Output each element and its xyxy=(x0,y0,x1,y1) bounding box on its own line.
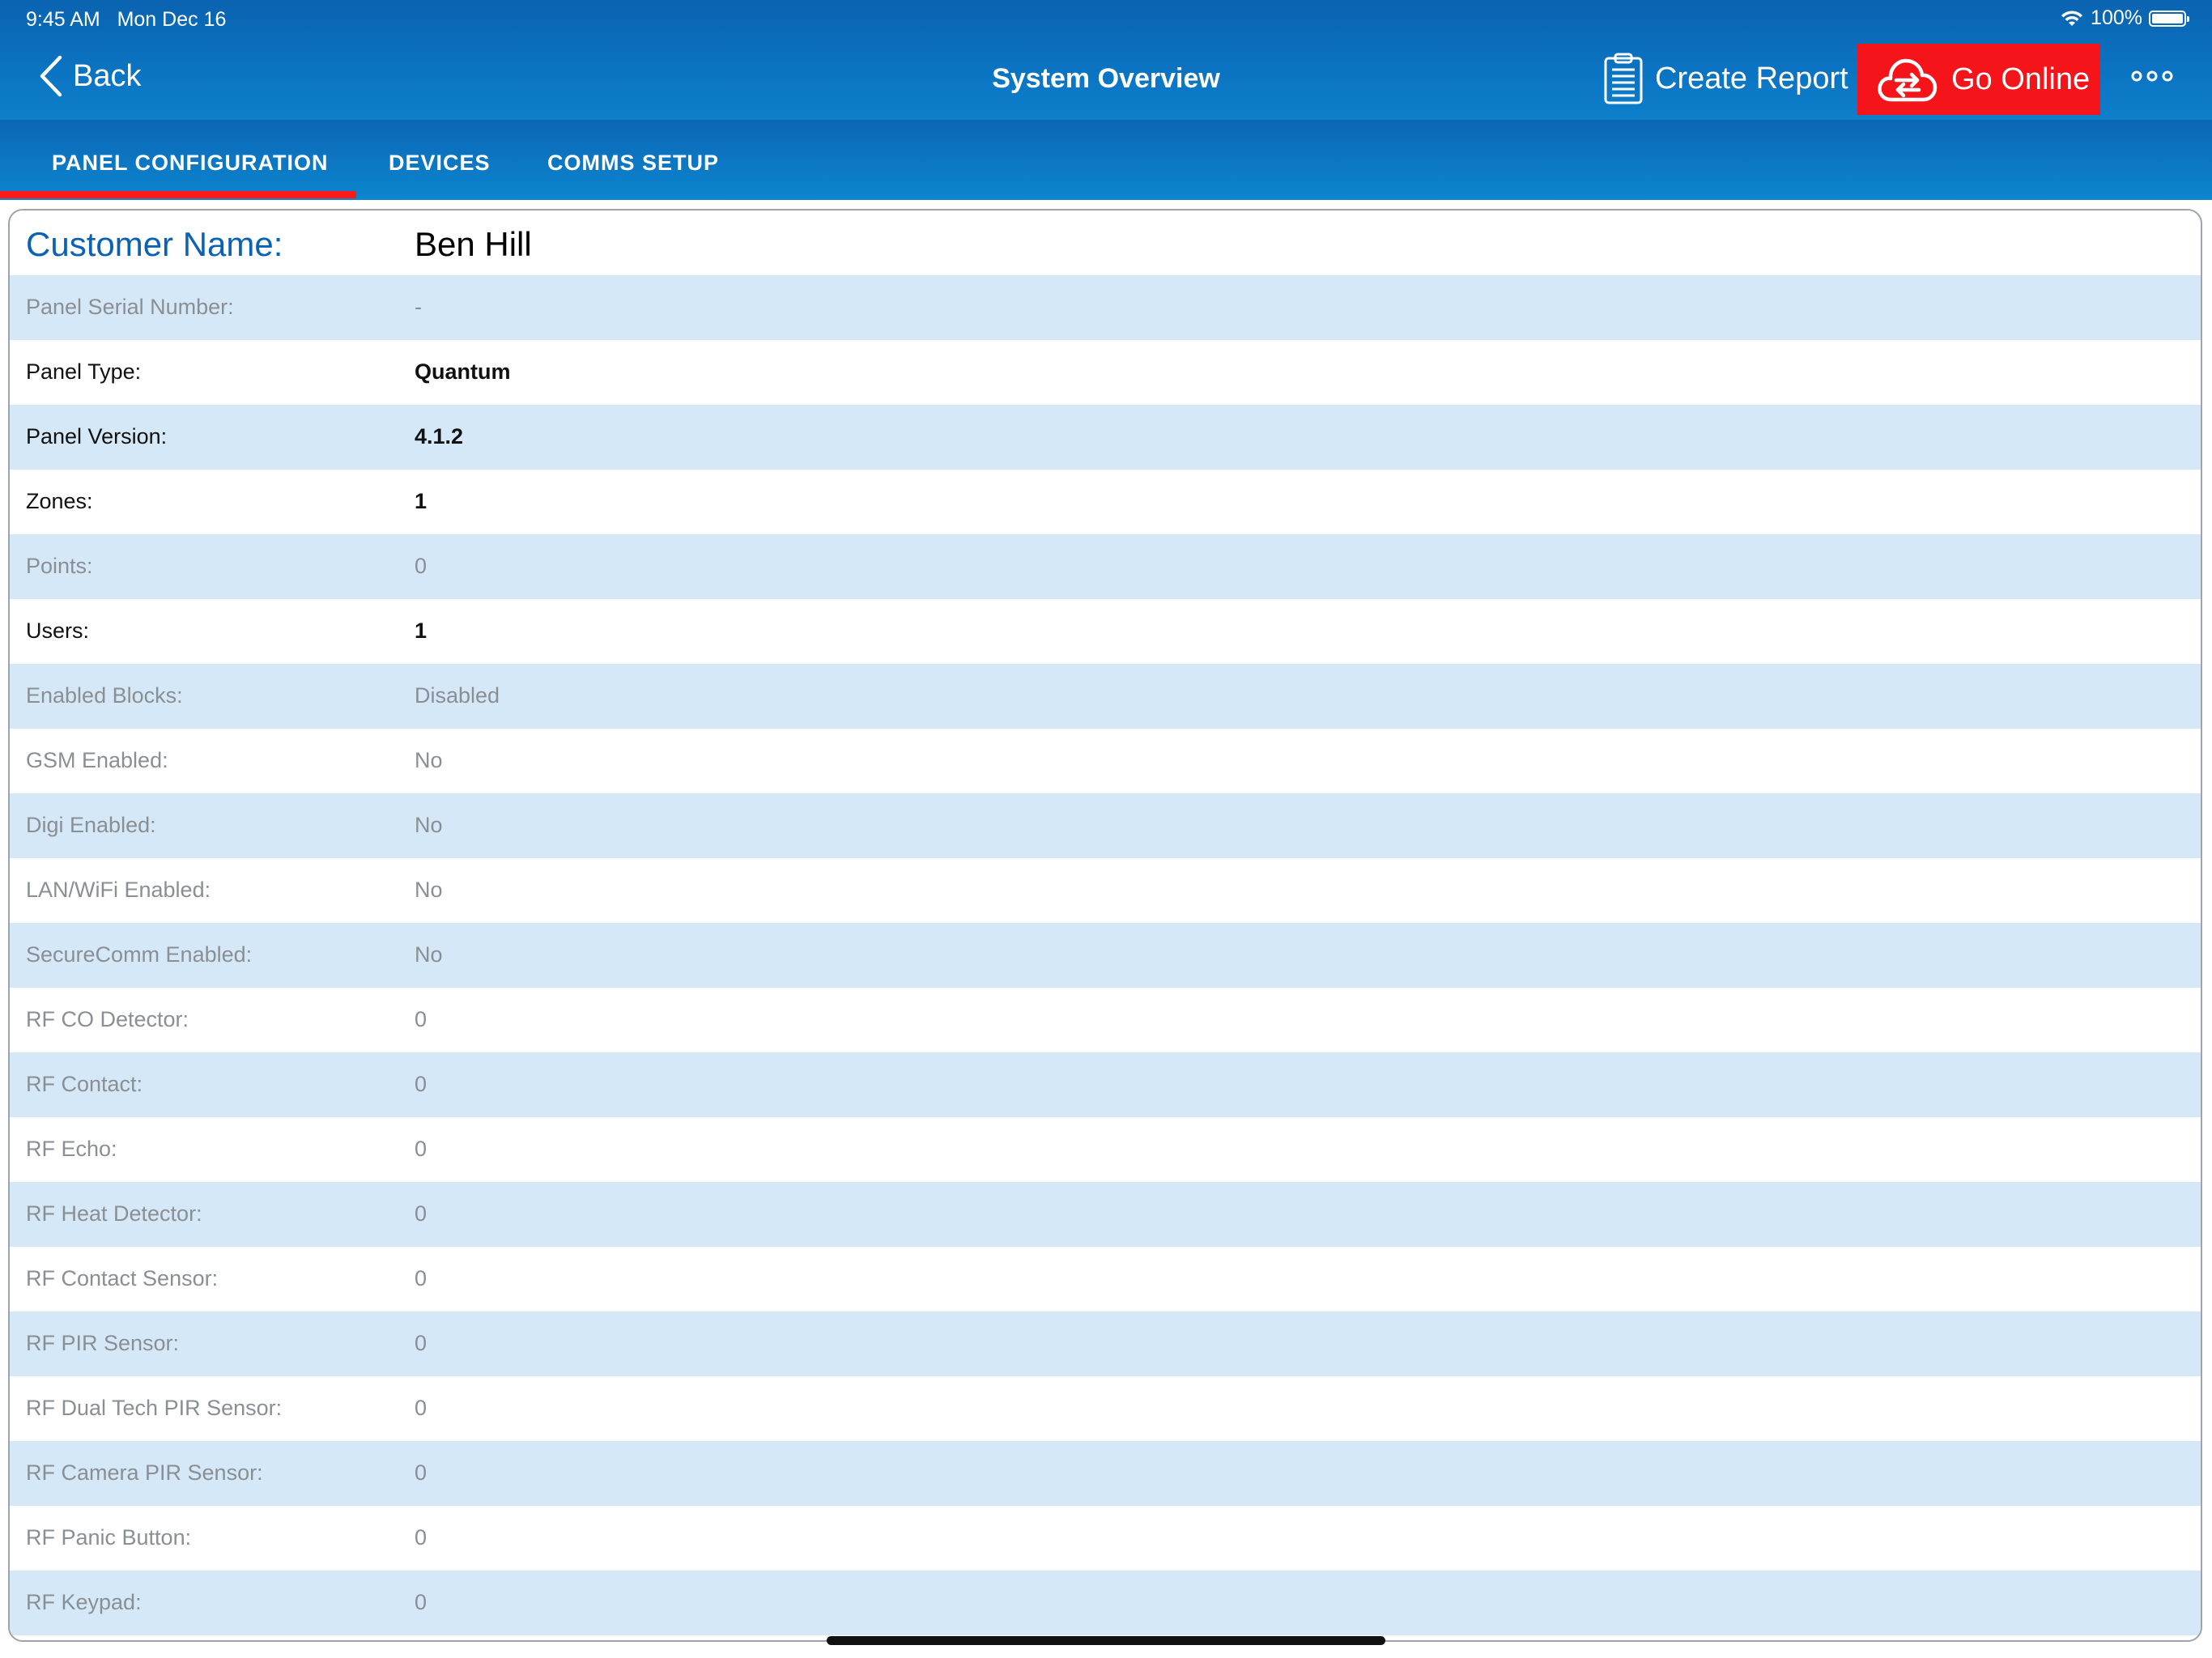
selected-tab-indicator xyxy=(0,191,356,198)
row-label: RF CO Detector: xyxy=(26,1007,189,1031)
row-label: RF Dual Tech PIR Sensor: xyxy=(26,1396,283,1420)
customer-name-value: Ben Hill xyxy=(415,225,532,263)
row-label: RF Contact: xyxy=(26,1072,143,1096)
panel-configuration-table: Customer Name: Ben Hill Panel Serial Num… xyxy=(8,209,2202,1642)
row-label: Zones: xyxy=(26,489,93,513)
table-row: Zones: 1 xyxy=(10,470,2201,534)
row-label: Points: xyxy=(26,554,93,578)
table-row: Points: 0 xyxy=(10,534,2201,599)
row-label: RF Contact Sensor: xyxy=(26,1266,219,1290)
row-label: Digi Enabled: xyxy=(26,813,156,837)
battery-percent: 100% xyxy=(2091,6,2142,29)
table-row: Users: 1 xyxy=(10,599,2201,664)
status-date: Mon Dec 16 xyxy=(117,8,227,31)
create-report-label: Create Report xyxy=(1655,61,1848,96)
row-value: Quantum xyxy=(415,359,511,384)
go-online-button[interactable]: Go Online xyxy=(1857,44,2100,115)
table-row: RF Echo: 0 xyxy=(10,1117,2201,1182)
row-label: SecureComm Enabled: xyxy=(26,942,253,967)
ellipsis-icon xyxy=(2131,70,2173,82)
row-value: 0 xyxy=(415,1331,428,1355)
battery-icon xyxy=(2149,10,2189,27)
row-value: 0 xyxy=(415,554,428,578)
back-button[interactable]: Back xyxy=(39,55,141,97)
more-options-button[interactable] xyxy=(2131,70,2173,87)
row-value: Disabled xyxy=(415,683,500,708)
row-value: 0 xyxy=(415,1072,428,1096)
go-online-label: Go Online xyxy=(1951,62,2091,96)
row-label: GSM Enabled: xyxy=(26,748,168,772)
status-bar: 9:45 AM Mon Dec 16 100% xyxy=(0,0,2212,37)
row-value: 4.1.2 xyxy=(415,424,464,449)
table-row: RF Contact: 0 xyxy=(10,1052,2201,1117)
row-label: RF Camera PIR Sensor: xyxy=(26,1460,263,1485)
customer-name-row: Customer Name: Ben Hill xyxy=(10,210,2201,275)
tab-bar: PANEL CONFIGURATION DEVICES COMMS SETUP xyxy=(0,120,2212,200)
chevron-left-icon xyxy=(40,55,62,97)
row-value: 0 xyxy=(415,1525,428,1550)
row-label: Enabled Blocks: xyxy=(26,683,183,708)
row-label: Users: xyxy=(26,619,90,643)
table-row: Panel Version: 4.1.2 xyxy=(10,405,2201,470)
top-bar: 9:45 AM Mon Dec 16 100% Back System Over… xyxy=(0,0,2212,120)
row-value: No xyxy=(415,813,443,837)
table-row: GSM Enabled: No xyxy=(10,729,2201,793)
row-label: RF Echo: xyxy=(26,1137,117,1161)
tab-comms-setup[interactable]: COMMS SETUP xyxy=(547,151,719,176)
create-report-button[interactable]: Create Report xyxy=(1603,52,1848,105)
table-row: SecureComm Enabled: No xyxy=(10,923,2201,988)
row-value: 0 xyxy=(415,1137,428,1161)
table-row: RF Panic Button: 0 xyxy=(10,1506,2201,1571)
row-label: Panel Type: xyxy=(26,359,142,384)
table-row: Panel Type: Quantum xyxy=(10,340,2201,405)
row-label: LAN/WiFi Enabled: xyxy=(26,878,211,902)
row-label: RF Heat Detector: xyxy=(26,1201,202,1226)
row-value: 0 xyxy=(415,1460,428,1485)
row-label: RF Panic Button: xyxy=(26,1525,192,1550)
table-row: RF PIR Sensor: 0 xyxy=(10,1312,2201,1376)
wifi-icon xyxy=(2061,10,2083,26)
back-label: Back xyxy=(73,58,142,93)
table-row: RF Camera PIR Sensor: 0 xyxy=(10,1441,2201,1506)
table-row: Digi Enabled: No xyxy=(10,793,2201,858)
clipboard-icon xyxy=(1604,53,1643,104)
row-value: 1 xyxy=(415,489,428,513)
customer-name-label: Customer Name: xyxy=(26,225,283,263)
home-indicator[interactable] xyxy=(827,1636,1385,1645)
row-value: No xyxy=(415,748,443,772)
row-value: No xyxy=(415,942,443,967)
row-value: 0 xyxy=(415,1396,428,1420)
row-value: 0 xyxy=(415,1590,428,1614)
row-value: 0 xyxy=(415,1201,428,1226)
tab-panel-configuration[interactable]: PANEL CONFIGURATION xyxy=(52,151,329,176)
table-row: LAN/WiFi Enabled: No xyxy=(10,858,2201,923)
row-label: RF PIR Sensor: xyxy=(26,1331,180,1355)
row-label: Panel Serial Number: xyxy=(26,295,234,319)
table-row: RF Heat Detector: 0 xyxy=(10,1182,2201,1247)
row-value: No xyxy=(415,878,443,902)
cloud-sync-icon xyxy=(1878,58,1938,102)
row-value: - xyxy=(415,295,422,319)
table-row: RF Contact Sensor: 0 xyxy=(10,1247,2201,1312)
status-indicators: 100% xyxy=(2060,6,2189,30)
row-value: 0 xyxy=(415,1266,428,1290)
table-row: Panel Serial Number: - xyxy=(10,275,2201,340)
table-row: RF Dual Tech PIR Sensor: 0 xyxy=(10,1376,2201,1441)
row-label: RF Keypad: xyxy=(26,1590,142,1614)
navigation-bar: Back System Overview Create Report Go On… xyxy=(0,37,2212,120)
row-label: Panel Version: xyxy=(26,424,168,449)
status-time: 9:45 AM Mon Dec 16 xyxy=(26,8,226,32)
table-row: Enabled Blocks: Disabled xyxy=(10,664,2201,729)
tab-devices[interactable]: DEVICES xyxy=(389,151,491,176)
status-time-text: 9:45 AM xyxy=(26,8,100,31)
table-row: RF Keypad: 0 xyxy=(10,1571,2201,1635)
row-value: 1 xyxy=(415,619,428,643)
row-value: 0 xyxy=(415,1007,428,1031)
table-row: RF CO Detector: 0 xyxy=(10,988,2201,1052)
